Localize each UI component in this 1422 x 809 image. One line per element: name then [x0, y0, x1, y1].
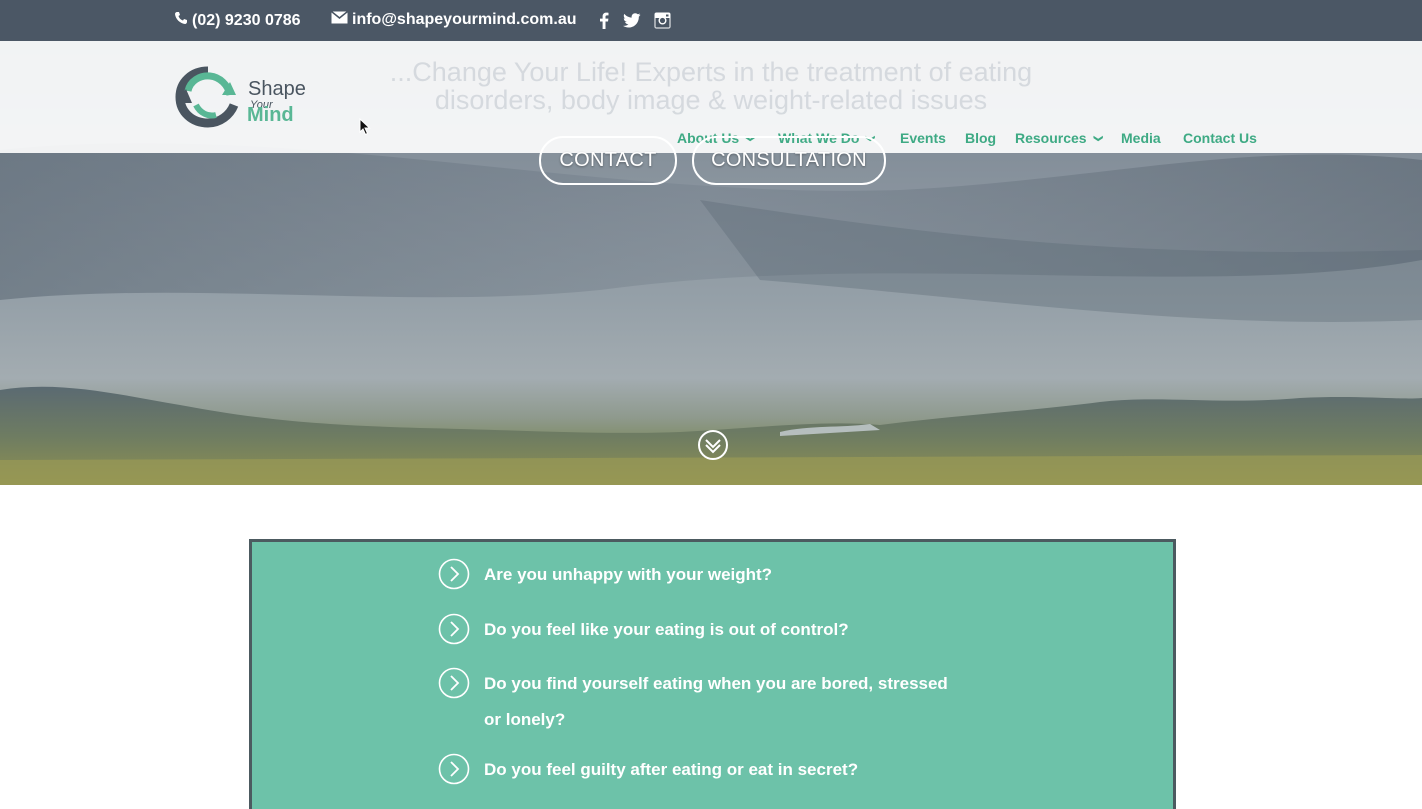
nav-label: Events — [900, 130, 946, 146]
question-text: Are you unhappy with your weight? — [484, 565, 773, 584]
question-item: Do you find yourself eating when you are… — [438, 666, 964, 738]
nav-item-blog[interactable]: Blog — [965, 130, 996, 146]
question-text: Do you find yourself eating when you are… — [484, 674, 948, 729]
question-text: Do you feel guilty after eating or eat i… — [484, 760, 859, 779]
question-item: Are you unhappy with your weight? — [438, 557, 964, 593]
nav-label: Media — [1121, 130, 1161, 146]
logo-text-mind: Mind — [247, 104, 294, 126]
facebook-icon[interactable] — [595, 10, 613, 30]
hero-tagline-text: ...Change Your Life! Experts in the trea… — [389, 57, 1033, 115]
envelope-icon — [331, 10, 348, 29]
logo-icon — [175, 66, 239, 128]
arrow-circle-icon — [438, 558, 470, 590]
nav-item-resources[interactable]: Resources ❮ — [1015, 130, 1102, 146]
arrow-circle-icon — [438, 667, 470, 699]
arrow-circle-icon — [438, 613, 470, 645]
arrow-circle-icon — [438, 753, 470, 785]
nav-label: Resources — [1015, 130, 1087, 146]
top-bar: (02) 9230 0786 info@shapeyourmind.com.au — [0, 0, 1422, 41]
nav-item-media[interactable]: Media — [1121, 130, 1161, 146]
nav-item-contact-us[interactable]: Contact Us — [1183, 130, 1257, 146]
consultation-button[interactable]: CONSULTATION — [692, 136, 886, 185]
mouse-cursor-icon — [359, 118, 371, 136]
question-item: Do you feel guilty after eating or eat i… — [438, 752, 964, 788]
contact-button[interactable]: CONTACT — [539, 136, 677, 185]
nav-item-events[interactable]: Events — [900, 130, 946, 146]
hero-tagline: ...Change Your Life! Experts in the trea… — [350, 58, 1072, 114]
phone-number: (02) 9230 0786 — [192, 11, 301, 29]
chevron-down-icon: ❮ — [1091, 134, 1102, 142]
email-link[interactable]: info@shapeyourmind.com.au — [331, 10, 577, 29]
question-text: Do you feel like your eating is out of c… — [484, 620, 849, 639]
scroll-down-icon[interactable] — [697, 429, 729, 461]
phone-icon — [174, 11, 188, 30]
phone-link[interactable]: (02) 9230 0786 — [174, 11, 301, 30]
nav-label: Contact Us — [1183, 130, 1257, 146]
twitter-icon[interactable] — [623, 10, 641, 30]
question-item: Do you feel like your eating is out of c… — [438, 612, 964, 648]
logo-text-shape: Shape — [248, 78, 306, 100]
email-address: info@shapeyourmind.com.au — [352, 11, 577, 28]
nav-label: Blog — [965, 130, 997, 146]
instagram-icon[interactable] — [653, 10, 671, 30]
